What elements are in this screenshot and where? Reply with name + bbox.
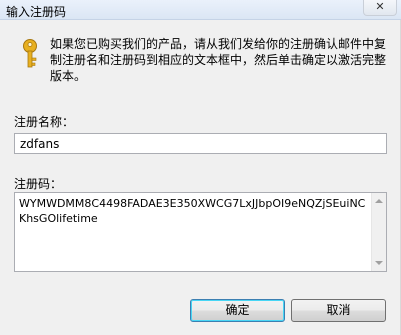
- title-bar: 输入注册码 ✕: [0, 0, 401, 20]
- close-button[interactable]: ✕: [363, 0, 397, 16]
- registration-code-textarea[interactable]: WYMWDMM8C4498FADAE3E350XWCG7LxJJbpOI9eNQ…: [14, 192, 387, 272]
- scroll-up-arrow-icon[interactable]: [375, 199, 383, 203]
- dialog-content: 如果您已购买我们的产品，请从我们发给你的注册确认邮件中复制注册名和注册码到相应的…: [0, 20, 401, 335]
- ok-button[interactable]: 确定: [190, 299, 285, 322]
- register-dialog: 输入注册码 ✕ 如果您已购买我们的产品，请从我们发给你的注册确认邮件中复制注册名…: [0, 0, 401, 335]
- cancel-button[interactable]: 取消: [291, 299, 386, 322]
- scroll-down-arrow-icon[interactable]: [375, 261, 383, 265]
- window-title: 输入注册码: [6, 5, 67, 19]
- registration-name-input[interactable]: [14, 133, 387, 154]
- registration-code-text: WYMWDMM8C4498FADAE3E350XWCG7LxJJbpOI9eNQ…: [19, 197, 366, 225]
- vertical-scrollbar[interactable]: [371, 193, 386, 271]
- code-label: 注册码：: [14, 177, 63, 191]
- key-icon: [23, 39, 37, 68]
- intro-text: 如果您已购买我们的产品，请从我们发给你的注册确认邮件中复制注册名和注册码到相应的…: [50, 37, 387, 83]
- name-label: 注册名称：: [14, 115, 75, 129]
